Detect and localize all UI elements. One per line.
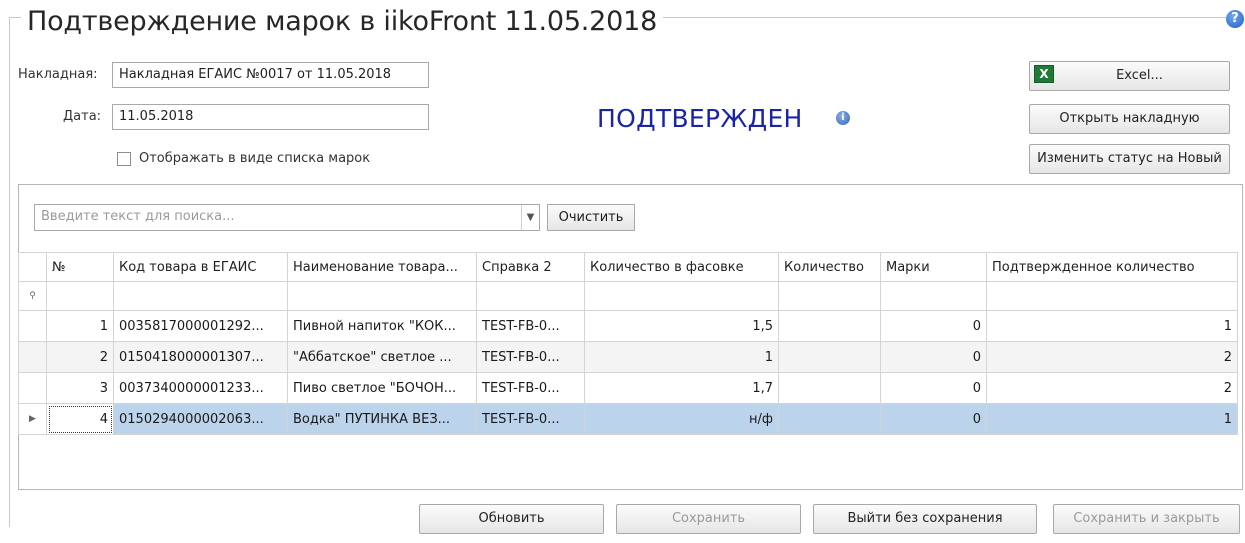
save-and-close-button[interactable]: Сохранить и закрыть <box>1053 504 1240 534</box>
invoice-field[interactable]: Накладная ЕГАИС №0017 от 11.05.2018 <box>112 62 429 88</box>
marks-table: № Код товара в ЕГАИС Наименование товара… <box>18 252 1238 435</box>
cell-confirmed[interactable]: 2 <box>986 372 1238 404</box>
filter-cell[interactable] <box>46 281 114 311</box>
column-header[interactable]: Код товара в ЕГАИС <box>113 252 288 282</box>
cell-pack[interactable]: 1 <box>584 341 779 373</box>
cell-code[interactable]: 0150294000002063... <box>113 403 288 435</box>
column-header[interactable]: Наименование товара... <box>287 252 477 282</box>
excel-icon: X <box>1034 65 1054 83</box>
filter-cell[interactable] <box>584 281 779 311</box>
invoice-label: Накладная: <box>18 67 98 82</box>
table-header-row: № Код товара в ЕГАИС Наименование товара… <box>18 252 1238 282</box>
page-title: Подтверждение марок в iikoFront 11.05.20… <box>27 6 664 37</box>
cell-marks[interactable]: 0 <box>880 403 987 435</box>
table-row[interactable]: 3 0037340000001233... Пиво светлое "БОЧО… <box>18 372 1238 404</box>
excel-button[interactable]: X Excel... <box>1029 61 1230 91</box>
help-icon[interactable]: ? <box>1226 10 1244 28</box>
save-button[interactable]: Сохранить <box>616 504 801 534</box>
show-marks-list-label: Отображать в виде списка марок <box>139 151 371 166</box>
cell-marks[interactable]: 0 <box>880 310 987 342</box>
refresh-button[interactable]: Обновить <box>419 504 604 534</box>
column-header[interactable]: Подтвержденное количество <box>986 252 1238 282</box>
filter-icon: ⚲ <box>18 281 47 311</box>
search-input[interactable]: Введите текст для поиска... <box>34 204 540 231</box>
cell-ref[interactable]: TEST-FB-0... <box>476 403 585 435</box>
cell-code[interactable]: 0150418000001307... <box>113 341 288 373</box>
cell-no[interactable]: 1 <box>46 310 114 342</box>
date-label: Дата: <box>63 109 102 124</box>
cell-marks[interactable]: 0 <box>880 341 987 373</box>
filter-cell[interactable] <box>986 281 1238 311</box>
chevron-down-icon[interactable]: ▼ <box>521 205 539 230</box>
cell-pack[interactable]: 1,5 <box>584 310 779 342</box>
clear-button[interactable]: Очистить <box>547 204 635 231</box>
exit-without-save-button[interactable]: Выйти без сохранения <box>813 504 1037 534</box>
filter-row[interactable]: ⚲ <box>18 281 1238 311</box>
table-row-selected[interactable]: ▶ 4 0150294000002063... Водка" ПУТИНКА В… <box>18 403 1238 435</box>
change-status-button[interactable]: Изменить статус на Новый <box>1029 144 1230 174</box>
excel-button-label: Excel... <box>1116 68 1163 83</box>
filter-cell[interactable] <box>476 281 585 311</box>
status-badge: ПОДТВЕРЖДЕН <box>597 104 803 133</box>
cell-no[interactable]: 2 <box>46 341 114 373</box>
frame-border <box>9 17 10 527</box>
cell-qty[interactable] <box>778 341 881 373</box>
cell-pack[interactable]: 1,7 <box>584 372 779 404</box>
filter-cell[interactable] <box>287 281 477 311</box>
row-header-cell <box>18 341 47 373</box>
cell-confirmed[interactable]: 1 <box>986 310 1238 342</box>
column-header[interactable]: Количество <box>778 252 881 282</box>
cell-no[interactable]: 3 <box>46 372 114 404</box>
table-row[interactable]: 2 0150418000001307... "Аббатское" светло… <box>18 341 1238 373</box>
filter-cell[interactable] <box>113 281 288 311</box>
cell-code[interactable]: 0037340000001233... <box>113 372 288 404</box>
show-marks-list-checkbox[interactable] <box>117 152 131 166</box>
open-invoice-button[interactable]: Открыть накладную <box>1029 104 1230 134</box>
cell-name[interactable]: Пиво светлое "БОЧОН... <box>287 372 477 404</box>
cell-name[interactable]: Пивной напиток "КОК... <box>287 310 477 342</box>
filter-cell[interactable] <box>880 281 987 311</box>
row-header-cell <box>18 310 47 342</box>
cell-ref[interactable]: TEST-FB-0... <box>476 310 585 342</box>
column-header[interactable]: № <box>46 252 114 282</box>
row-header-cell <box>18 372 47 404</box>
cell-name[interactable]: Водка" ПУТИНКА ВЕЗ... <box>287 403 477 435</box>
cell-ref[interactable]: TEST-FB-0... <box>476 372 585 404</box>
frame-border <box>648 17 1226 18</box>
cell-confirmed[interactable]: 2 <box>986 341 1238 373</box>
cell-marks[interactable]: 0 <box>880 372 987 404</box>
column-header[interactable]: Марки <box>880 252 987 282</box>
cell-pack[interactable]: н/ф <box>584 403 779 435</box>
row-pointer-icon: ▶ <box>18 403 47 435</box>
filter-cell[interactable] <box>778 281 881 311</box>
cell-ref[interactable]: TEST-FB-0... <box>476 341 585 373</box>
cell-confirmed[interactable]: 1 <box>986 403 1238 435</box>
info-icon[interactable]: i <box>836 111 850 125</box>
cell-code[interactable]: 0035817000001292... <box>113 310 288 342</box>
frame-border <box>9 17 21 18</box>
row-header-cell <box>18 252 47 282</box>
date-field[interactable]: 11.05.2018 <box>112 104 429 130</box>
cell-no[interactable]: 4 <box>46 403 114 435</box>
table-row[interactable]: 1 0035817000001292... Пивной напиток "КО… <box>18 310 1238 342</box>
column-header[interactable]: Количество в фасовке <box>584 252 779 282</box>
cell-name[interactable]: "Аббатское" светлое ... <box>287 341 477 373</box>
cell-qty[interactable] <box>778 310 881 342</box>
column-header[interactable]: Справка 2 <box>476 252 585 282</box>
cell-qty[interactable] <box>778 403 881 435</box>
cell-qty[interactable] <box>778 372 881 404</box>
